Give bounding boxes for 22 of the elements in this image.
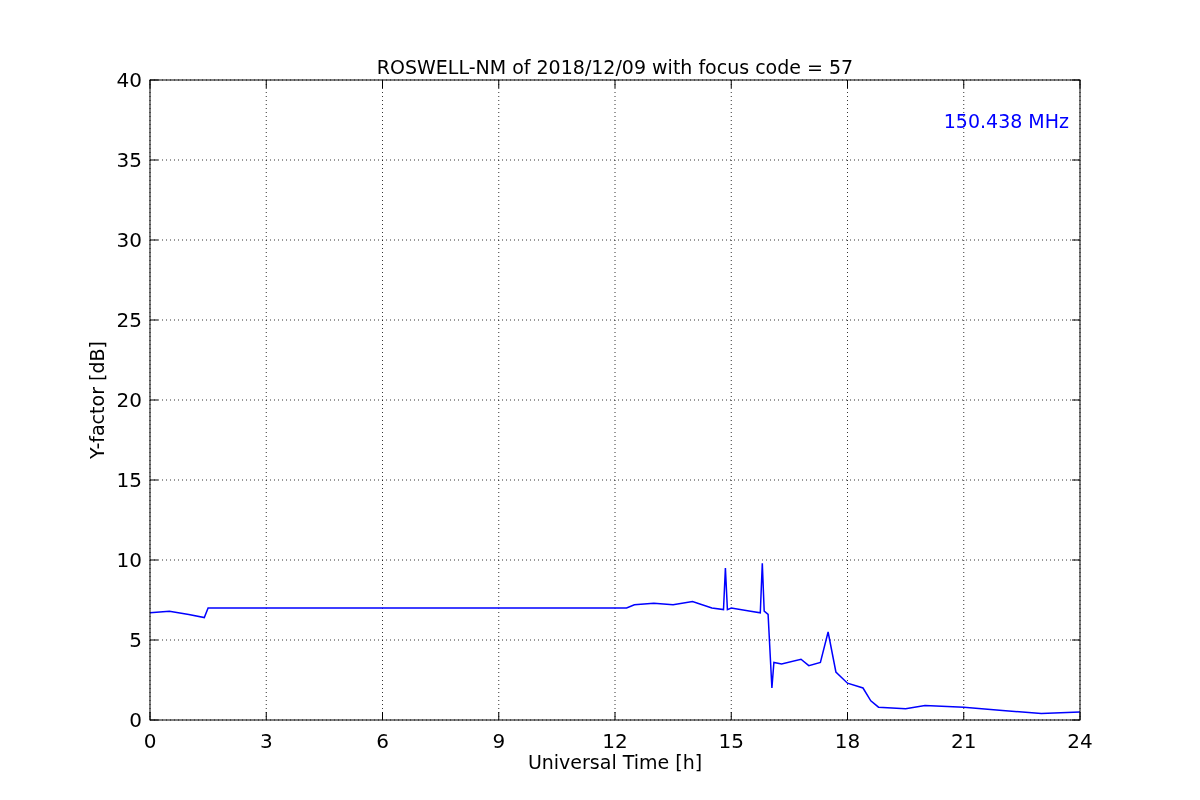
x-tick-label: 6 <box>376 729 389 753</box>
y-axis-label: Y-factor [dB] <box>86 341 108 459</box>
x-tick-label: 15 <box>718 729 744 753</box>
x-tick-label: 3 <box>259 729 273 753</box>
x-axis-label: Universal Time [h] <box>527 751 703 773</box>
x-tick-label: 12 <box>602 729 628 753</box>
y-tick-label: 15 <box>116 468 142 492</box>
x-tick-label: 0 <box>143 729 157 753</box>
y-tick-label: 20 <box>116 388 142 412</box>
y-tick-label: 40 <box>116 68 142 92</box>
x-tick-label: 9 <box>492 729 506 753</box>
chart-title: ROSWELL-NM of 2018/12/09 with focus code = 57 <box>376 56 854 78</box>
y-tick-label: 35 <box>116 148 142 172</box>
y-tick-label: 25 <box>116 308 142 332</box>
y-tick-label: 5 <box>129 628 142 652</box>
frequency-annotation: 150.438 MHz <box>943 110 1069 132</box>
x-tick-label: 21 <box>951 729 977 753</box>
y-tick-label: 0 <box>129 708 142 732</box>
x-tick-label: 18 <box>834 729 861 753</box>
y-tick-label: 30 <box>116 228 142 252</box>
x-tick-label: 24 <box>1067 729 1093 753</box>
y-tick-label: 10 <box>116 548 142 572</box>
